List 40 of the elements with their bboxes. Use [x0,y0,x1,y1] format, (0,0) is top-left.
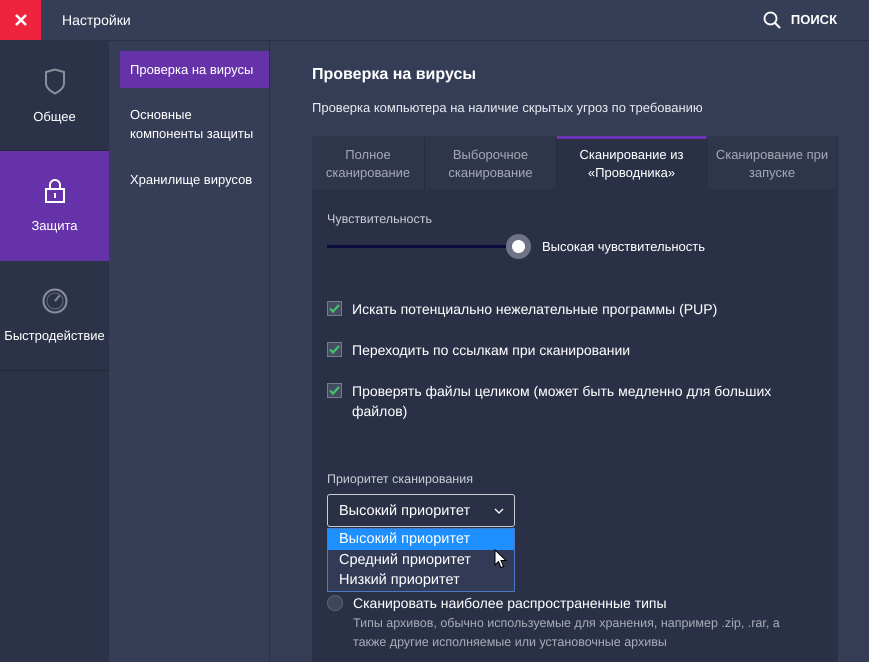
option-label: Проверять файлы целиком (может быть медленно для больших файлов) [352,382,772,421]
option-label: Искать потенциально нежелательные программы (PUP) [352,300,718,319]
page-title: Проверка на вирусы [312,65,477,85]
dropdown-option[interactable]: Средний приоритет [328,550,514,570]
slider-thumb[interactable] [506,234,531,258]
subnav-item[interactable]: Проверка на вирусы [120,51,269,88]
check-icon [329,386,340,395]
close-button[interactable] [0,0,41,40]
subnav-item[interactable]: Основные компоненты защиты [120,96,269,153]
search-button[interactable]: ПОИСК [762,8,837,32]
lock-icon [44,178,66,204]
scan-tab[interactable]: Полное сканирование [312,136,425,189]
close-icon [14,14,26,26]
mouse-pointer-icon [494,549,507,569]
option-label: Переходить по ссылкам при сканировании [352,341,630,360]
sensitivity-slider[interactable] [327,234,532,258]
radio-label: Сканировать наиболее распространенные типы [353,595,667,611]
check-icon [329,345,340,354]
scan-tab[interactable]: Сканирование при запуске [707,136,838,189]
radio-description: Типы архивов, обычно используемые для хранения, например .zip, .rar, а также другие исполняемые или установочные архивы [353,615,781,651]
search-icon [762,11,781,29]
window-title: Настройки [62,12,131,28]
checkbox[interactable] [327,342,342,357]
checkbox[interactable] [327,301,342,316]
nav-item[interactable]: Защита [0,151,109,261]
dropdown-option[interactable]: Низкий приоритет [328,570,514,590]
shield-icon [44,68,66,94]
priority-label: Приоритет сканирования [327,471,474,487]
scan-tab[interactable]: Сканирование из «Проводника» [557,136,707,189]
scan-tab[interactable]: Выборочное сканирование [425,136,557,189]
priority-dropdown[interactable]: Высокий приоритет [327,494,515,527]
radio-button[interactable] [327,595,343,611]
page-subtitle: Проверка компьютера на наличие скрытых угроз по требованию [312,99,704,116]
checkbox[interactable] [327,383,342,398]
sensitivity-reading: Высокая чувствительность [542,238,706,254]
chevron-down-icon [494,508,504,514]
gauge-icon [42,288,68,314]
subnav-item[interactable]: Хранилище вирусов [120,161,269,199]
sensitivity-label: Чувствительность [327,211,433,227]
check-icon [329,304,340,313]
